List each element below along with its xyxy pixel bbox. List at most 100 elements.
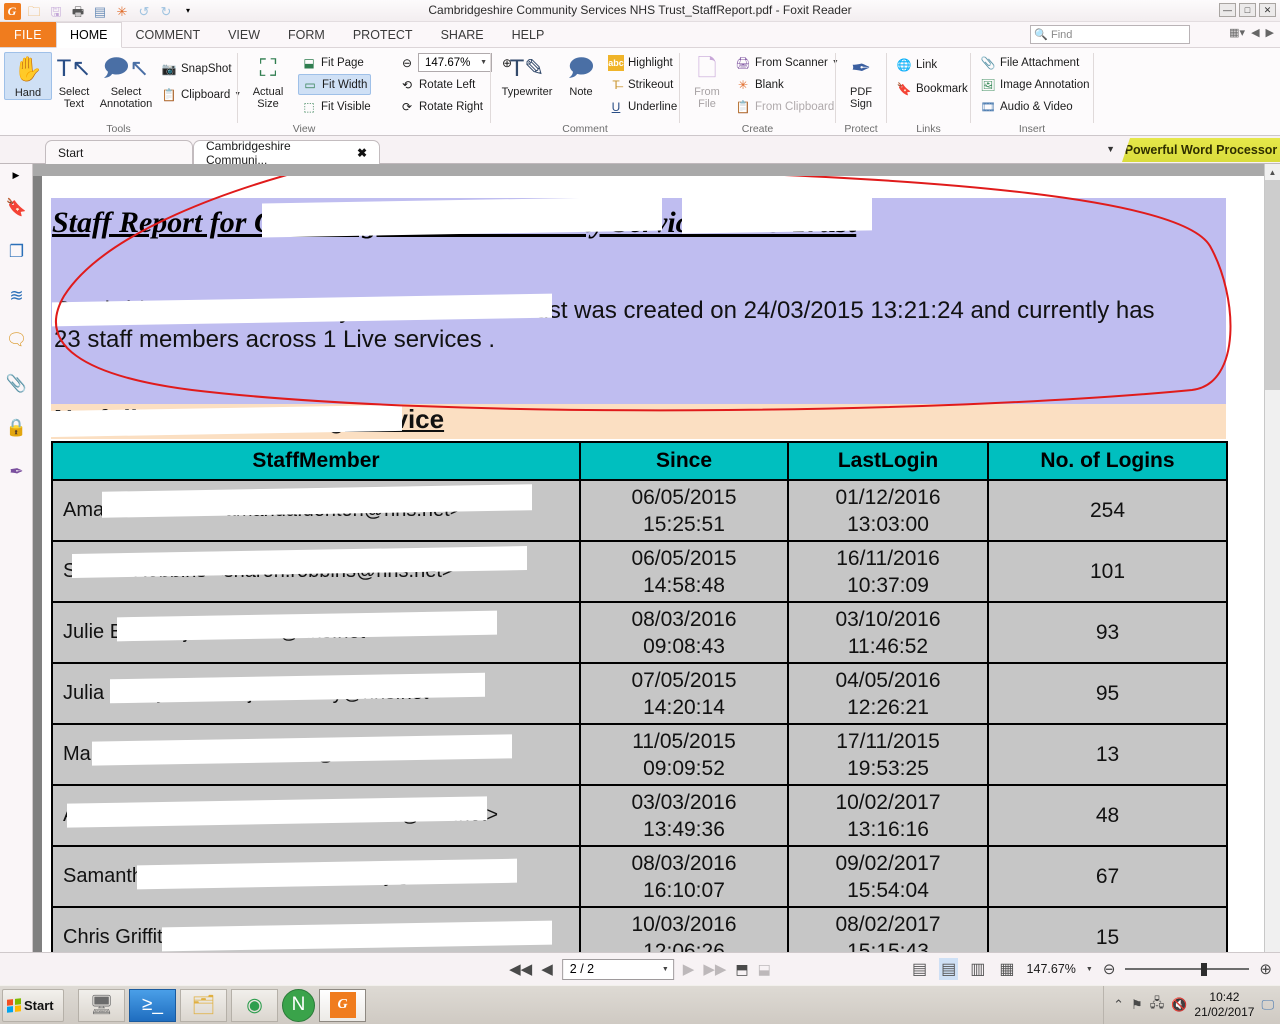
fit-page-button[interactable]: ⬓ Fit Page <box>298 52 367 73</box>
title-bar: G 🗀 🖫 🖶 ▤ ✳ ↺ ↻ ▾ Cambridgeshire Communi… <box>0 0 1280 22</box>
tab-comment[interactable]: COMMENT <box>122 22 215 47</box>
facing-view-button[interactable]: ▥ <box>968 958 987 980</box>
fit-page-label: Fit Page <box>321 56 364 69</box>
next-view-icon[interactable]: ⬓ <box>758 961 771 978</box>
tab-file[interactable]: FILE <box>0 22 56 47</box>
previous-view-icon[interactable]: ⬒ <box>735 961 748 978</box>
snapshot-button[interactable]: 📷 SnapShot <box>158 58 235 79</box>
page-top-gap <box>33 164 1264 176</box>
tab-share[interactable]: SHARE <box>427 22 498 47</box>
last-page-button[interactable]: ▶▶ <box>703 960 726 978</box>
chevron-down-icon[interactable]: ▼ <box>480 59 487 66</box>
fit-width-button[interactable]: ▭ Fit Width <box>298 74 372 95</box>
network-icon[interactable]: 🖧 <box>1150 994 1165 1016</box>
typewriter-button[interactable]: T✎ Typewriter <box>497 52 557 99</box>
bookmark-button[interactable]: 🔖 Bookmark <box>893 78 971 99</box>
zoom-slider[interactable] <box>1125 962 1250 976</box>
minimize-button[interactable]: — <box>1219 3 1236 17</box>
single-page-view-button[interactable]: ▤ <box>910 958 929 980</box>
fit-visible-button[interactable]: ⬚ Fit Visible <box>298 96 374 117</box>
scrollbar-thumb[interactable] <box>1265 180 1280 390</box>
note-button[interactable]: 🗩 Note <box>559 52 603 99</box>
show-hidden-icons-button[interactable]: ⌃ <box>1113 997 1124 1013</box>
doc-tab-cambridgeshire[interactable]: Cambridgeshire Communi... ✖ <box>193 139 380 167</box>
attachments-icon[interactable]: 📎 <box>0 362 33 406</box>
prev-arrow-icon[interactable]: ◀ <box>1251 26 1259 39</box>
vertical-scrollbar[interactable]: ▲ <box>1264 164 1280 985</box>
taskbar-item-explorer[interactable]: 🗂 <box>180 988 227 1022</box>
rotate-left-button[interactable]: ⟲ Rotate Left <box>396 74 478 95</box>
tab-home[interactable]: HOME <box>56 22 122 48</box>
taskbar-clock[interactable]: 10:42 21/02/2017 <box>1194 990 1254 1020</box>
search-input[interactable]: 🔍 Find <box>1030 25 1190 44</box>
close-icon[interactable]: ✖ <box>357 146 367 160</box>
pages-thumbnail-icon[interactable]: ❐ <box>0 230 33 274</box>
cell-logins: 67 <box>987 845 1228 908</box>
next-page-button[interactable]: ▶ <box>683 960 695 978</box>
select-text-label-2: Text <box>63 98 85 110</box>
close-button[interactable]: ✕ <box>1259 3 1276 17</box>
document-viewport[interactable]: Staff Report for Cambridgeshire Communit… <box>33 164 1280 985</box>
chevron-down-icon[interactable]: ▼ <box>1086 966 1093 973</box>
expand-pane-icon[interactable]: ▶ <box>0 164 32 186</box>
zoom-out-button[interactable]: ⊖ <box>1103 960 1116 978</box>
next-arrow-icon[interactable]: ▶ <box>1266 26 1274 39</box>
create-from-file-button[interactable]: 🗋 From File <box>684 52 730 111</box>
continuous-facing-view-button[interactable]: ▦ <box>997 958 1016 980</box>
security-icon[interactable]: 🔒 <box>0 406 33 450</box>
underline-button[interactable]: U Underline <box>605 96 680 117</box>
zoom-in-button[interactable]: ⊕ <box>1259 960 1272 978</box>
promo-banner[interactable]: Powerful Word Processor <box>1122 138 1280 162</box>
first-page-button[interactable]: ◀◀ <box>509 960 532 978</box>
link-button[interactable]: 🌐 Link <box>893 54 940 75</box>
doc-tab-start[interactable]: Start <box>45 140 193 164</box>
action-center-flag-icon[interactable]: ⚑ <box>1131 997 1143 1013</box>
highlight-button[interactable]: abc Highlight <box>605 52 676 73</box>
page-number-field[interactable]: 2 / 2 ▼ <box>561 958 674 980</box>
pdf-sign-button[interactable]: ✒ PDF Sign <box>838 52 884 111</box>
taskbar-item-foxit-reader[interactable]: G <box>319 988 366 1022</box>
taskbar-item-server-manager[interactable]: 🖥 <box>78 988 125 1022</box>
from-scanner-label: From Scanner <box>755 56 828 69</box>
from-scanner-button[interactable]: 🖨 From Scanner ▼ <box>732 52 842 73</box>
ribbon-options-icon[interactable]: ▦▾ <box>1229 26 1245 39</box>
rotate-right-button[interactable]: ⟳ Rotate Right <box>396 96 486 117</box>
comments-icon[interactable]: 🗨 <box>0 318 33 362</box>
audio-video-button[interactable]: 🎞 Audio & Video <box>977 96 1076 117</box>
signatures-icon[interactable]: ✒ <box>0 450 33 494</box>
layers-icon[interactable]: ≋ <box>0 274 33 318</box>
file-attachment-button[interactable]: 📎 File Attachment <box>977 52 1082 73</box>
select-annotation-button[interactable]: 🗩↖ Select Annotation <box>96 52 156 111</box>
actual-size-button[interactable]: ⛶ Actual Size <box>244 52 292 111</box>
tab-view[interactable]: VIEW <box>214 22 274 47</box>
tab-help[interactable]: HELP <box>498 22 559 47</box>
select-text-icon: T↖ <box>56 55 92 82</box>
hand-tool-button[interactable]: ✋ Hand <box>4 52 52 100</box>
zoom-slider-thumb[interactable] <box>1201 962 1208 976</box>
from-clipboard-label: From Clipboard <box>755 100 835 113</box>
show-desktop-button[interactable]: 🖵 <box>1261 997 1274 1013</box>
chevron-down-icon[interactable]: ▼ <box>662 966 669 973</box>
maximize-button[interactable]: □ <box>1239 3 1256 17</box>
bookmarks-icon[interactable]: 🔖 <box>0 186 33 230</box>
previous-page-button[interactable]: ◀ <box>541 960 553 978</box>
scroll-up-button[interactable]: ▲ <box>1265 164 1280 180</box>
clipboard-button[interactable]: 📋 Clipboard ▼ <box>158 84 244 105</box>
ribbon-group-links: 🌐 Link 🔖 Bookmark Links <box>887 48 970 136</box>
tab-form[interactable]: FORM <box>274 22 339 47</box>
chevron-down-icon[interactable]: ▼ <box>1106 144 1115 154</box>
continuous-view-button[interactable]: ▤ <box>939 958 959 980</box>
taskbar-item-notepadpp[interactable]: N <box>282 988 315 1022</box>
select-text-button[interactable]: T↖ Select Text <box>50 52 98 111</box>
strikeout-button[interactable]: T̶ Strikeout <box>605 74 676 95</box>
start-button[interactable]: Start <box>2 988 64 1022</box>
zoom-out-ribbon-button[interactable]: ⊖ <box>396 52 418 73</box>
taskbar-item-powershell[interactable]: ≥_ <box>129 988 176 1022</box>
tab-protect[interactable]: PROTECT <box>339 22 427 47</box>
volume-muted-icon[interactable]: 🔇 <box>1171 997 1187 1013</box>
create-blank-button[interactable]: ✳ Blank <box>732 74 787 95</box>
image-annotation-button[interactable]: 🖼 Image Annotation <box>977 74 1093 95</box>
zoom-level-field[interactable]: 147.67% ▼ <box>418 53 492 72</box>
taskbar-item-search[interactable]: ◉ <box>231 988 278 1022</box>
table-header-row: StaffMember Since LastLogin No. of Login… <box>51 441 1228 481</box>
